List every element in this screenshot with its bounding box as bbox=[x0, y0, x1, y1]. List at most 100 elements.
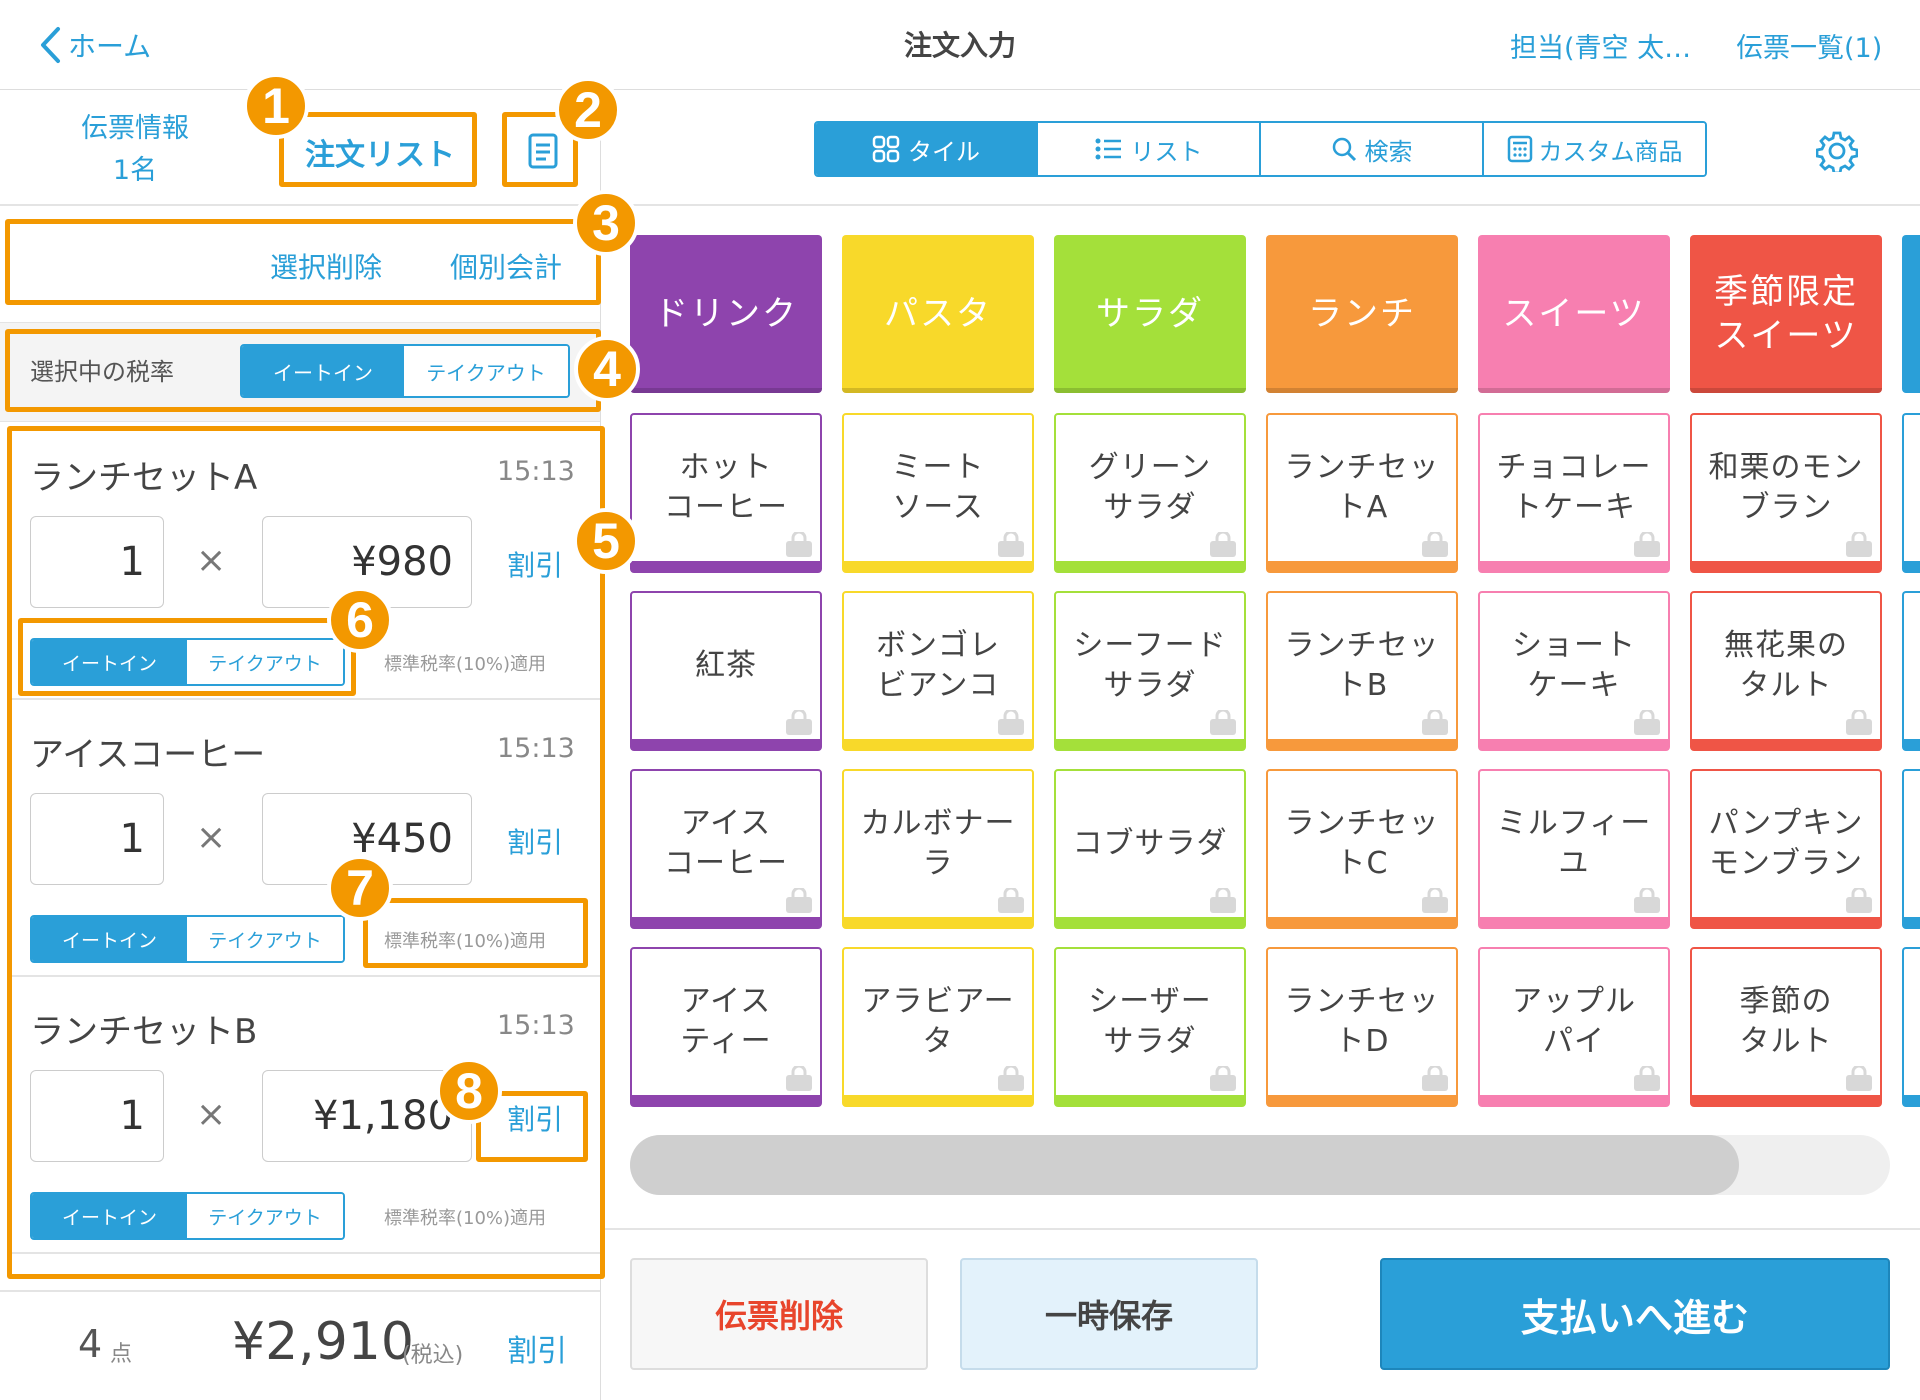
shopping-bag-icon bbox=[1420, 1063, 1450, 1091]
product-label: アイス コーヒー bbox=[664, 806, 788, 881]
product-tile-partial[interactable] bbox=[1902, 413, 1920, 573]
shopping-bag-icon bbox=[1844, 707, 1874, 735]
product-tile[interactable]: カルボナー ラ bbox=[842, 769, 1034, 929]
tab-custom-label: カスタム商品 bbox=[1538, 137, 1683, 166]
product-tile[interactable]: アラビアー タ bbox=[842, 947, 1034, 1107]
shopping-bag-icon bbox=[1208, 885, 1238, 913]
product-tile[interactable]: アップル パイ bbox=[1478, 947, 1670, 1107]
product-label: 和栗のモン ブラン bbox=[1708, 450, 1864, 525]
product-tile[interactable]: ミート ソース bbox=[842, 413, 1034, 573]
product-tile[interactable]: ランチセッ トC bbox=[1266, 769, 1458, 929]
category-tile[interactable]: ランチ bbox=[1266, 235, 1458, 393]
shopping-bag-icon bbox=[1632, 707, 1662, 735]
shopping-bag-icon bbox=[1844, 885, 1874, 913]
annotation-number: 1 bbox=[243, 73, 309, 139]
product-tile[interactable]: ランチセッ トA bbox=[1266, 413, 1458, 573]
product-label: パンプキン モンブラン bbox=[1708, 806, 1864, 881]
search-icon bbox=[1332, 137, 1356, 162]
product-label: ミート ソース bbox=[891, 450, 985, 525]
back-label: ホーム bbox=[68, 30, 152, 63]
product-label: アラビアー タ bbox=[861, 984, 1015, 1059]
product-label: ランチセッ トD bbox=[1284, 984, 1440, 1059]
category-label: パスタ bbox=[884, 294, 992, 334]
item-count-unit: 点 bbox=[110, 1342, 133, 1367]
product-panel: タイル リスト 検索 カスタム商品 ドリンク パスタ サラダ ランチ スイーツ 季節限定 … bbox=[601, 90, 1920, 1400]
total-amount: ¥2,910 bbox=[232, 1312, 414, 1372]
shopping-bag-icon bbox=[1208, 529, 1238, 557]
shopping-bag-icon bbox=[1208, 1063, 1238, 1091]
product-tile[interactable]: シーザー サラダ bbox=[1054, 947, 1246, 1107]
tab-list[interactable]: リスト bbox=[1038, 123, 1261, 175]
shopping-bag-icon bbox=[1420, 885, 1450, 913]
product-tile-partial[interactable] bbox=[1902, 591, 1920, 751]
category-label: スイーツ bbox=[1502, 294, 1646, 334]
product-tile[interactable]: 無花果の タルト bbox=[1690, 591, 1882, 751]
product-label: アップル パイ bbox=[1512, 984, 1636, 1059]
product-tile-partial[interactable] bbox=[1902, 947, 1920, 1107]
category-shadow bbox=[1690, 388, 1882, 393]
divider bbox=[601, 1228, 1920, 1230]
category-tile[interactable]: ドリンク bbox=[630, 235, 822, 393]
hold-button[interactable]: 一時保存 bbox=[960, 1258, 1258, 1370]
product-tile[interactable]: ショート ケーキ bbox=[1478, 591, 1670, 751]
category-label: ランチ bbox=[1308, 294, 1416, 334]
scrollbar-track[interactable] bbox=[630, 1135, 1890, 1195]
shopping-bag-icon bbox=[1632, 1063, 1662, 1091]
product-tile[interactable]: 和栗のモン ブラン bbox=[1690, 413, 1882, 573]
page-title: 注文入力 bbox=[903, 29, 1016, 62]
category-shadow bbox=[842, 388, 1034, 393]
product-tile[interactable]: ボンゴレ ビアンコ bbox=[842, 591, 1034, 751]
tab-search[interactable]: 検索 bbox=[1261, 123, 1484, 175]
proceed-to-payment-button[interactable]: 支払いへ進む bbox=[1380, 1258, 1890, 1370]
delete-slip-button[interactable]: 伝票削除 bbox=[630, 1258, 928, 1370]
back-button[interactable]: ホーム bbox=[38, 20, 151, 70]
category-tile-partial[interactable] bbox=[1902, 235, 1920, 393]
product-tile[interactable]: パンプキン モンブラン bbox=[1690, 769, 1882, 929]
product-tile[interactable]: アイス ティー bbox=[630, 947, 822, 1107]
tab-search-label: 検索 bbox=[1364, 137, 1413, 166]
annotation-box bbox=[279, 112, 477, 187]
shopping-bag-icon bbox=[996, 1063, 1026, 1091]
settings-button[interactable] bbox=[1815, 130, 1859, 175]
product-tile[interactable]: ミルフィー ユ bbox=[1478, 769, 1670, 929]
product-tile[interactable]: コブサラダ bbox=[1054, 769, 1246, 929]
tab-slip-info[interactable]: 伝票情報 1名 bbox=[60, 108, 210, 192]
product-tile-partial[interactable] bbox=[1902, 769, 1920, 929]
shopping-bag-icon bbox=[1632, 885, 1662, 913]
shopping-bag-icon bbox=[784, 707, 814, 735]
category-tile[interactable]: スイーツ bbox=[1478, 235, 1670, 393]
category-tile[interactable]: 季節限定 スイーツ bbox=[1690, 235, 1882, 393]
category-tile[interactable]: サラダ bbox=[1054, 235, 1246, 393]
product-tile[interactable]: ホット コーヒー bbox=[630, 413, 822, 573]
scrollbar-thumb[interactable] bbox=[630, 1135, 1739, 1195]
category-shadow bbox=[630, 388, 822, 393]
tab-tile-label: タイル bbox=[908, 137, 980, 166]
product-tile[interactable]: アイス コーヒー bbox=[630, 769, 822, 929]
product-tile[interactable]: チョコレー トケーキ bbox=[1478, 413, 1670, 573]
product-label: ランチセッ トB bbox=[1284, 628, 1440, 703]
product-label: 季節の タルト bbox=[1739, 984, 1833, 1059]
product-tile[interactable]: 季節の タルト bbox=[1690, 947, 1882, 1107]
product-label: コブサラダ bbox=[1072, 826, 1228, 861]
tab-list-label: リスト bbox=[1130, 137, 1203, 166]
product-label: アイス ティー bbox=[680, 984, 772, 1059]
tab-tile[interactable]: タイル bbox=[816, 123, 1038, 175]
product-tile[interactable]: ランチセッ トB bbox=[1266, 591, 1458, 751]
product-tile[interactable]: ランチセッ トD bbox=[1266, 947, 1458, 1107]
tax-included-label: (税込) bbox=[402, 1343, 464, 1368]
divider bbox=[0, 204, 600, 206]
chevron-left-icon bbox=[41, 27, 60, 63]
tab-custom[interactable]: カスタム商品 bbox=[1484, 123, 1705, 175]
product-tile[interactable]: グリーン サラダ bbox=[1054, 413, 1246, 573]
staff-button[interactable]: 担当(青空 太… bbox=[1510, 26, 1691, 65]
category-tile[interactable]: パスタ bbox=[842, 235, 1034, 393]
slip-list-button[interactable]: 伝票一覧(1) bbox=[1736, 26, 1882, 65]
item-count: 4 bbox=[78, 1322, 103, 1366]
shopping-bag-icon bbox=[1844, 529, 1874, 557]
product-tile[interactable]: シーフード サラダ bbox=[1054, 591, 1246, 751]
category-shadow bbox=[1266, 388, 1458, 393]
product-tile[interactable]: 紅茶 bbox=[630, 591, 822, 751]
shopping-bag-icon bbox=[1632, 529, 1662, 557]
total-discount-button[interactable]: 割引 bbox=[507, 1326, 567, 1370]
annotation-box bbox=[363, 898, 588, 968]
